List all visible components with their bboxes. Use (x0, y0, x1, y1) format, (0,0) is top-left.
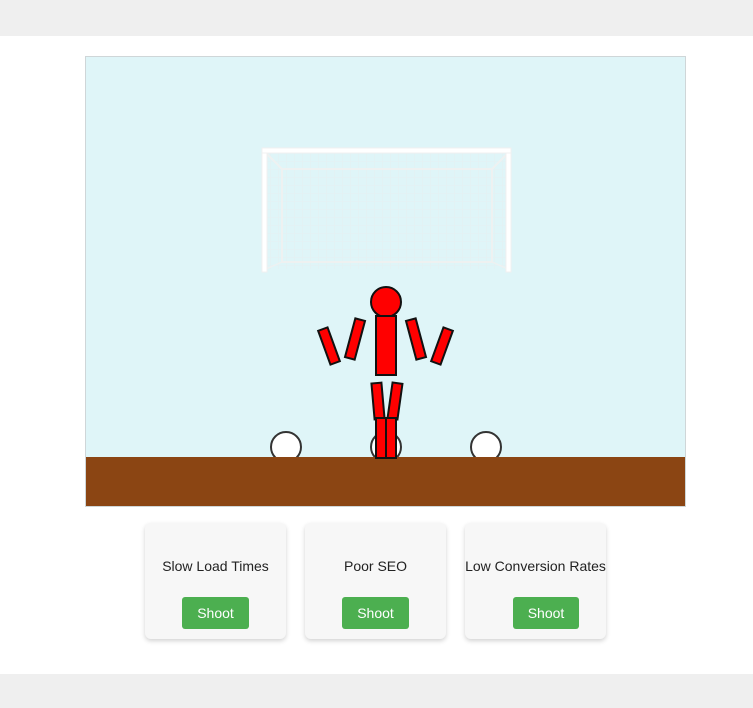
problem-cards: Slow Load Times Shoot Poor SEO Shoot Low… (0, 523, 753, 641)
ground (86, 457, 685, 506)
goal-net (264, 149, 510, 269)
player-right-shin (385, 417, 397, 459)
shoot-button[interactable]: Shoot (182, 597, 249, 629)
player-head (370, 286, 402, 318)
problem-label: Slow Load Times (162, 558, 269, 574)
shoot-button[interactable]: Shoot (513, 597, 579, 629)
game-field (85, 56, 686, 507)
player-left-thigh (370, 381, 386, 421)
soccer-scene (86, 57, 685, 506)
problem-card: Low Conversion Rates Shoot (465, 523, 606, 639)
problem-label: Poor SEO (343, 558, 408, 574)
goal-crossbar (261, 147, 512, 154)
problem-label: Low Conversion Rates (465, 558, 606, 574)
player-torso (375, 315, 397, 376)
problem-card: Poor SEO Shoot (305, 523, 446, 639)
shoot-button[interactable]: Shoot (342, 597, 409, 629)
goal (261, 147, 512, 273)
goal-right-post (505, 147, 512, 273)
player-left-shin (375, 417, 387, 459)
goal-left-post (261, 147, 268, 273)
problem-card: Slow Load Times Shoot (145, 523, 286, 639)
main-panel: Slow Load Times Shoot Poor SEO Shoot Low… (0, 36, 753, 674)
